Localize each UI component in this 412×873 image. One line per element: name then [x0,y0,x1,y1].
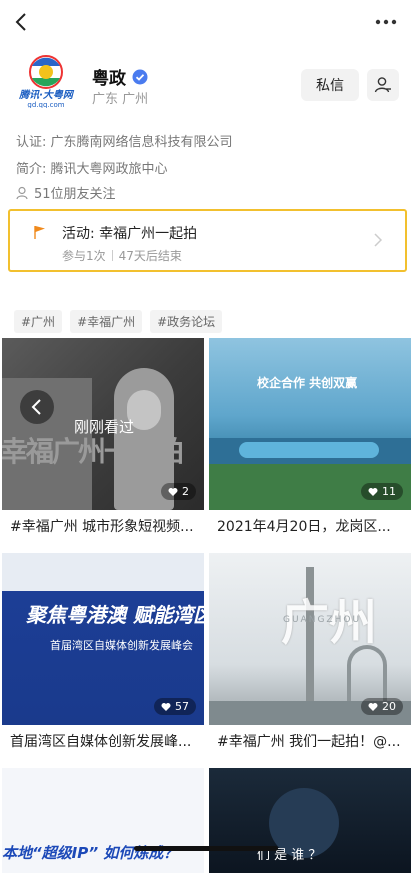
profile-location: 广东 广州 [92,92,149,107]
like-count-value: 2 [182,485,189,498]
friends-count-text: 51位朋友关注 [34,187,116,202]
video-card[interactable]: 广州 GUANGZHOU 20 #幸福广州 我们一起拍！@... [209,553,411,761]
building-roof [239,442,379,458]
video-thumbnail: 幸福广州一起拍 刚刚看过 2 [2,338,204,510]
back-chevron-icon[interactable] [10,10,34,34]
chevron-left-icon [31,399,41,415]
like-count: 11 [361,483,403,500]
profile-name: 粤政 [92,69,126,89]
heart-icon [368,487,378,496]
activity-remaining: 47天后结束 [118,249,182,263]
video-caption: #幸福广州 我们一起拍！@... [217,734,401,750]
heart-icon [168,487,178,496]
previous-button[interactable] [20,390,54,424]
chevron-right-icon [374,233,383,247]
activity-title: 活动: 幸福广州一起拍 [62,226,198,242]
banner-text: 校企合作 共创双赢 [257,376,358,390]
activity-meta: 参与1次 47天后结束 [62,247,182,264]
video-card[interactable]: 校企合作 共创双赢 11 2021年4月20日，龙岗区... [209,338,411,546]
home-indicator[interactable] [134,846,278,851]
heart-icon [368,702,378,711]
video-card[interactable]: 们 是 谁 ？ [209,768,411,873]
svg-text:腾讯·大粤网: 腾讯·大粤网 [18,89,75,101]
like-count-value: 11 [382,485,396,498]
like-count: 57 [154,698,196,715]
city-english-text: GUANGZHOU [283,615,362,625]
heart-icon [161,702,171,711]
video-card[interactable]: 本地“超级IP” 如何炼成？ [2,768,204,873]
arch-structure [347,645,387,701]
flag-icon [34,226,45,239]
like-count: 2 [161,483,196,500]
friends-icon [16,186,28,199]
hashtag-chip[interactable]: #政务论坛 [150,310,223,333]
video-thumbnail: 校企合作 共创双赢 11 [209,338,411,510]
profile-name-row: 粤政 [92,64,148,89]
banner-main-text: 聚焦粤港澳 赋能湾区新时 [26,603,204,627]
like-count-value: 20 [382,700,396,713]
activity-banner[interactable]: 活动: 幸福广州一起拍 参与1次 47天后结束 [8,209,407,272]
video-card[interactable]: 幸福广州一起拍 刚刚看过 2 #幸福广州 城市形象短视频... [2,338,204,546]
divider [111,250,113,261]
banner-sub-text: 首届湾区自媒体创新发展峰会 [50,639,193,652]
more-dots-icon[interactable] [374,12,398,32]
video-thumbnail: 广州 GUANGZHOU 20 [209,553,411,725]
avatar[interactable]: 腾讯·大粤网 gd.qq.com [12,52,80,109]
recently-viewed-label: 刚刚看过 [74,418,135,436]
video-thumbnail: 聚焦粤港澳 赋能湾区新时 首届湾区自媒体创新发展峰会 57 [2,553,204,725]
hashtag-chip[interactable]: #幸福广州 [70,310,143,333]
follow-button[interactable] [367,69,399,101]
top-bar [0,0,412,44]
friends-following[interactable]: 51位朋友关注 [16,183,116,202]
hashtag-chip[interactable]: #广州 [14,310,63,333]
intro-text: 简介: 腾讯大粤网政旅中心 [16,162,168,177]
add-user-icon [374,77,391,93]
like-count-value: 57 [175,700,189,713]
video-caption: 2021年4月20日，龙岗区... [217,519,391,535]
certification-text: 认证: 广东腾南网络信息科技有限公司 [16,135,233,150]
video-caption: #幸福广州 城市形象短视频... [10,519,194,535]
video-caption: 首届湾区自媒体创新发展峰... [10,734,192,750]
hashtag-list: #广州 #幸福广州 #政务论坛 [14,310,223,333]
verified-badge-icon [132,69,148,84]
like-count: 20 [361,698,403,715]
svg-text:gd.qq.com: gd.qq.com [27,101,64,108]
message-button[interactable]: 私信 [301,69,359,101]
activity-joined: 参与1次 [62,249,106,263]
tencent-dayue-logo: 腾讯·大粤网 gd.qq.com [18,55,75,109]
video-card[interactable]: 聚焦粤港澳 赋能湾区新时 首届湾区自媒体创新发展峰会 57 首届湾区自媒体创新发… [2,553,204,761]
